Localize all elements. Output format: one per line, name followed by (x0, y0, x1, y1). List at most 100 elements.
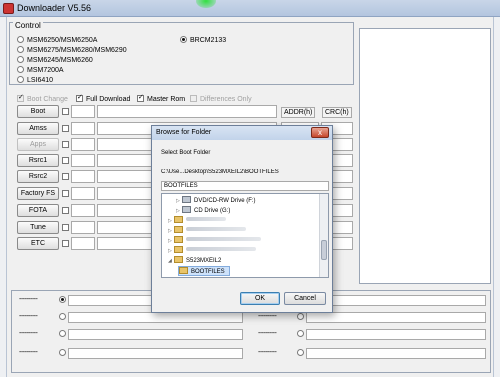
factory-fs-checkbox[interactable] (62, 190, 69, 197)
drive-icon (182, 196, 191, 203)
rsrc2-size-field[interactable] (71, 170, 95, 183)
etc-checkbox[interactable] (62, 240, 69, 247)
ok-button[interactable]: OK (240, 292, 280, 305)
rsrc1-checkbox[interactable] (62, 157, 69, 164)
blurred-text (186, 217, 226, 221)
tree-item-blurred[interactable]: ▷ (168, 226, 246, 236)
tree-item-dvd-drive[interactable]: ▷ DVD/CD-RW Drive (F:) (176, 196, 256, 206)
port-radio-icon[interactable] (59, 349, 66, 356)
port-label: ---------- (19, 296, 38, 303)
port-label: ---------- (258, 349, 277, 356)
port-status-field (306, 312, 486, 323)
amss-size-field[interactable] (71, 122, 95, 135)
etc-size-field[interactable] (71, 237, 95, 250)
rsrc2-button[interactable]: Rsrc2 (17, 170, 59, 183)
radio-icon[interactable] (17, 46, 24, 53)
option-msm6245[interactable]: MSM6245/MSM6260 (17, 56, 93, 64)
port-label: ---------- (19, 330, 38, 337)
boot-checkbox[interactable] (62, 108, 69, 115)
scrollbar-thumb[interactable] (321, 240, 327, 260)
blurred-text (186, 227, 246, 231)
port-radio-icon[interactable] (297, 330, 304, 337)
full-download-checkbox[interactable]: Full Download (76, 93, 130, 103)
dialog-path: C:\Use...Desktop\S523MXEIL2\BOOTFILES (161, 169, 279, 175)
tree-item-blurred[interactable]: ▷ (168, 246, 256, 256)
fota-button[interactable]: FOTA (17, 204, 59, 217)
checkbox-icon[interactable] (190, 95, 197, 102)
option-lsi6410[interactable]: LSI6410 (17, 76, 53, 84)
radio-icon[interactable] (17, 76, 24, 83)
port-status-field (68, 312, 243, 323)
port-radio-selected-icon[interactable] (59, 296, 66, 303)
factory-fs-size-field[interactable] (71, 187, 95, 200)
close-button[interactable]: x (311, 127, 329, 138)
folder-tree[interactable]: ▷ DVD/CD-RW Drive (F:) ▷ CD Drive (G:) ▷ ▷… (161, 193, 329, 278)
port-radio-icon[interactable] (59, 330, 66, 337)
port-status-field (306, 329, 486, 340)
port-status-field (306, 348, 486, 359)
tune-button[interactable]: Tune (17, 221, 59, 234)
tree-scrollbar[interactable] (319, 194, 328, 277)
dialog-prompt: Select Boot Folder (161, 150, 211, 156)
apps-size-field[interactable] (71, 138, 95, 151)
port-radio-icon[interactable] (59, 313, 66, 320)
tree-item-s523mxeil2[interactable]: ◢ S523MXEIL2 (168, 256, 221, 266)
folder-name-field[interactable]: BOOTFILES (161, 181, 329, 191)
option-brcm2133[interactable]: BRCM2133 (180, 36, 226, 44)
port-radio-icon[interactable] (297, 313, 304, 320)
browse-folder-dialog: Browse for Folder x Select Boot Folder C… (151, 125, 333, 313)
amss-button[interactable]: Amss (17, 122, 59, 135)
option-msm7200a[interactable]: MSM7200A (17, 66, 64, 74)
app-icon (3, 3, 14, 14)
checkbox-icon[interactable] (76, 93, 83, 102)
drive-icon (182, 206, 191, 213)
rsrc1-button[interactable]: Rsrc1 (17, 154, 59, 167)
radio-icon[interactable] (17, 36, 24, 43)
fota-checkbox[interactable] (62, 207, 69, 214)
boot-size-field[interactable] (71, 105, 95, 118)
option-msm6275[interactable]: MSM6275/MSM6280/MSM6290 (17, 46, 127, 54)
tree-item-cd-drive[interactable]: ▷ CD Drive (G:) (176, 206, 230, 216)
folder-icon (174, 226, 183, 233)
port-radio-icon[interactable] (297, 349, 304, 356)
log-panel (359, 28, 491, 284)
etc-button[interactable]: ETC (17, 237, 59, 250)
folder-icon (174, 246, 183, 253)
folder-icon (174, 256, 183, 263)
tune-size-field[interactable] (71, 221, 95, 234)
boot-path-field[interactable] (97, 105, 277, 118)
addr-column-header: ADDR(h) (281, 107, 316, 118)
cancel-button[interactable]: Cancel (284, 292, 326, 305)
checkbox-icon[interactable] (17, 93, 24, 102)
port-status-field (68, 329, 243, 340)
radio-icon[interactable] (17, 56, 24, 63)
differences-only-checkbox[interactable]: Differences Only (190, 95, 252, 103)
tree-item-blurred[interactable]: ▷ (168, 236, 261, 246)
amss-checkbox[interactable] (62, 125, 69, 132)
tune-checkbox[interactable] (62, 224, 69, 231)
port-label: ---------- (258, 330, 277, 337)
factory-fs-button[interactable]: Factory FS (17, 187, 59, 200)
radio-selected-icon[interactable] (180, 36, 187, 43)
apps-button[interactable]: Apps (17, 138, 59, 151)
checkbox-icon[interactable] (137, 93, 144, 102)
port-status-field (68, 348, 243, 359)
radio-icon[interactable] (17, 66, 24, 73)
tree-item-bootfiles[interactable]: BOOTFILES (178, 266, 230, 276)
tree-item-blurred[interactable]: ▷ (168, 216, 226, 226)
crc-column-header: CRC(h) (322, 107, 352, 118)
port-label: ---------- (19, 349, 38, 356)
boot-button[interactable]: Boot (17, 105, 59, 118)
rsrc1-size-field[interactable] (71, 154, 95, 167)
master-rom-checkbox[interactable]: Master Rom (137, 93, 185, 103)
window-title: Downloader V5.56 (17, 3, 92, 13)
fota-size-field[interactable] (71, 204, 95, 217)
option-msm6250[interactable]: MSM6250/MSM6250A (17, 36, 97, 44)
control-legend: Control (13, 21, 43, 30)
boot-change-checkbox[interactable]: Boot Change (17, 93, 68, 103)
apps-checkbox[interactable] (62, 141, 69, 148)
port-status-field (306, 295, 486, 306)
port-label: ---------- (258, 313, 277, 320)
rsrc2-checkbox[interactable] (62, 173, 69, 180)
folder-icon (174, 236, 183, 243)
